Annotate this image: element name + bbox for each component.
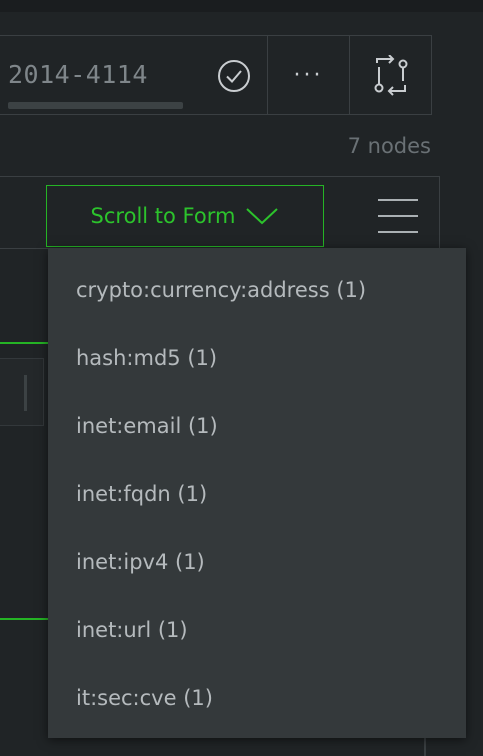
- scroll-to-form-button[interactable]: Scroll to Form: [46, 185, 324, 247]
- dropdown-item-it-sec-cve[interactable]: it:sec:cve (1): [48, 664, 466, 732]
- selection-accent: [0, 618, 52, 620]
- more-options-button[interactable]: ···: [268, 36, 350, 115]
- results-toolbar: Scroll to Form: [0, 176, 440, 248]
- query-header: 2014-4114 ···: [0, 35, 432, 115]
- dropdown-item-inet-url[interactable]: inet:url (1): [48, 596, 466, 664]
- check-button[interactable]: [200, 36, 268, 115]
- dropdown-item-inet-ipv4[interactable]: inet:ipv4 (1): [48, 528, 466, 596]
- ellipsis-icon: ···: [293, 63, 324, 88]
- scroll-to-form-label: Scroll to Form: [90, 204, 236, 228]
- query-id-text: 2014-4114: [8, 60, 148, 89]
- scroll-to-form-dropdown: crypto:currency:address (1) hash:md5 (1)…: [48, 248, 466, 738]
- background-panel: [0, 358, 44, 426]
- dropdown-item-crypto-currency-address[interactable]: crypto:currency:address (1): [48, 256, 466, 324]
- check-circle-icon: [217, 59, 250, 92]
- git-compare-icon: [374, 54, 408, 96]
- dropdown-item-inet-fqdn[interactable]: inet:fqdn (1): [48, 460, 466, 528]
- menu-line: [378, 215, 418, 217]
- node-count: 7 nodes: [347, 134, 431, 158]
- chevron-down-icon: [246, 208, 279, 225]
- query-scrollbar[interactable]: [8, 102, 183, 109]
- selection-accent: [0, 342, 52, 344]
- app-root: 2014-4114 ··· 7 nodes Scroll to Form cry…: [0, 0, 483, 756]
- hamburger-menu-icon[interactable]: [378, 199, 418, 233]
- drag-handle: [24, 375, 27, 411]
- menu-line: [378, 231, 418, 233]
- dropdown-item-inet-email[interactable]: inet:email (1): [48, 392, 466, 460]
- top-strip: [0, 0, 483, 12]
- menu-line: [378, 199, 418, 201]
- compare-button[interactable]: [350, 36, 432, 115]
- dropdown-item-hash-md5[interactable]: hash:md5 (1): [48, 324, 466, 392]
